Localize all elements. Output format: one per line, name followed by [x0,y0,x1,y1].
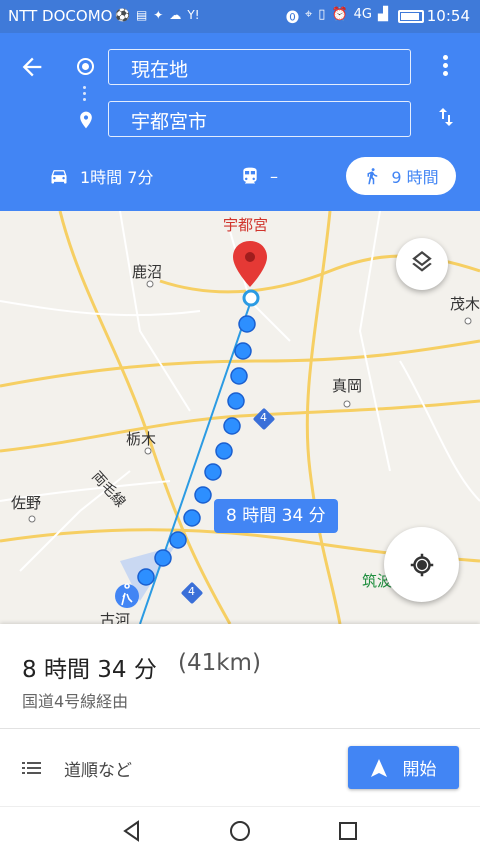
system-icons: ⓿ ⌖ ▯ ⏰ 4G ▟ [286,7,388,26]
divider [0,728,480,729]
start-label: 開始 [402,760,437,780]
place-motegi: 茂木 [450,295,480,313]
swap-icon [439,108,453,126]
travel-mode-tabs: 1時間 7分 – 9 時間 [0,151,480,201]
car-icon [51,170,67,184]
transit-time: – [270,166,278,186]
carrier-name: NTT DOCOMO [8,7,113,25]
navigation-arrow-icon [370,758,387,777]
home-nav-icon[interactable] [228,819,252,843]
tab-transit[interactable]: – [240,157,278,195]
battery-icon [398,10,424,23]
tab-walking[interactable]: 9 時間 [346,157,456,195]
layers-button[interactable] [396,238,448,290]
steps-label: 道順など [64,760,132,781]
route-distance: (41km) [178,650,261,676]
cloud-icon: ☁ [169,8,182,22]
list-icon [22,762,41,774]
route-number-label: 4 [188,585,195,598]
train-icon [243,167,257,184]
route-duration: 8 時間 34 分 [22,657,157,683]
route-duration-callout[interactable]: 8 時間 34 分 [214,499,338,533]
steps-button[interactable]: 道順など [22,748,132,788]
more-options-button[interactable] [438,55,452,81]
place-tochigi: 栃木 [126,430,157,448]
back-button[interactable] [18,53,54,83]
layers-icon [412,251,432,272]
route-via: 国道4号線経由 [22,692,129,711]
nfc-icon: ⓿ [285,11,299,26]
driving-time: 1時間 7分 [80,168,154,187]
walking-icon [367,168,378,185]
place-moka: 真岡 [332,377,363,395]
my-location-button[interactable] [384,527,459,602]
system-nav-bar [0,806,480,853]
alarm-icon: ⏰ [331,7,348,22]
destination-pin-icon [80,111,92,129]
network-type: 4G [353,7,372,22]
clock: 10:54 [426,7,470,25]
walking-time: 9 時間 [391,168,439,187]
place-utsunomiya: 宇都宮 [223,216,269,234]
message-icon: ▤ [135,8,148,22]
destination-field[interactable]: 宇都宮市 [108,101,411,137]
directions-header: 現在地 宇都宮市 1時間 7分 – 9 時間 [0,33,480,211]
destination-endpoint [242,289,260,307]
signal-icon: ▟ [378,7,388,22]
status-bar: NTT DOCOMO ⚽ ▤ ✦ ☁ Y! ⓿ ⌖ ▯ ⏰ 4G ▟ 10:54 [0,0,480,33]
vibrate-icon: ▯ [318,7,326,22]
twitter-icon: ✦ [153,8,164,22]
my-location-icon [410,553,433,576]
notification-icons: ⚽ ▤ ✦ ☁ Y! [115,8,200,22]
back-nav-icon[interactable] [120,819,144,843]
place-sano: 佐野 [11,494,42,512]
tab-driving[interactable]: 1時間 7分 [48,157,153,195]
route-dots-icon [83,86,87,102]
origin-icon [77,58,94,75]
origin-field[interactable]: 現在地 [108,49,411,85]
place-koga: 古河 [100,611,131,624]
route-summary-sheet[interactable]: 8 時間 34 分 (41km) 国道4号線経由 道順など 開始 [0,624,480,806]
basketball-icon: ⚽ [115,8,130,22]
destination-marker-icon [233,241,267,287]
recents-nav-icon[interactable] [336,819,360,843]
map-view[interactable]: 宇都宮 鹿沼 真岡 栃木 佐野 古河 筑波山 茂木 両毛線 4 4 8 時間 3… [0,211,480,624]
location-icon: ⌖ [304,7,313,22]
swap-button[interactable] [433,105,459,131]
back-arrow-icon [22,57,42,77]
destination-marker-dot [245,252,255,262]
start-button[interactable]: 開始 [348,746,459,789]
yahoo-icon: Y! [187,8,200,22]
route-number-label: 4 [260,411,267,424]
place-kanuma: 鹿沼 [132,263,163,281]
